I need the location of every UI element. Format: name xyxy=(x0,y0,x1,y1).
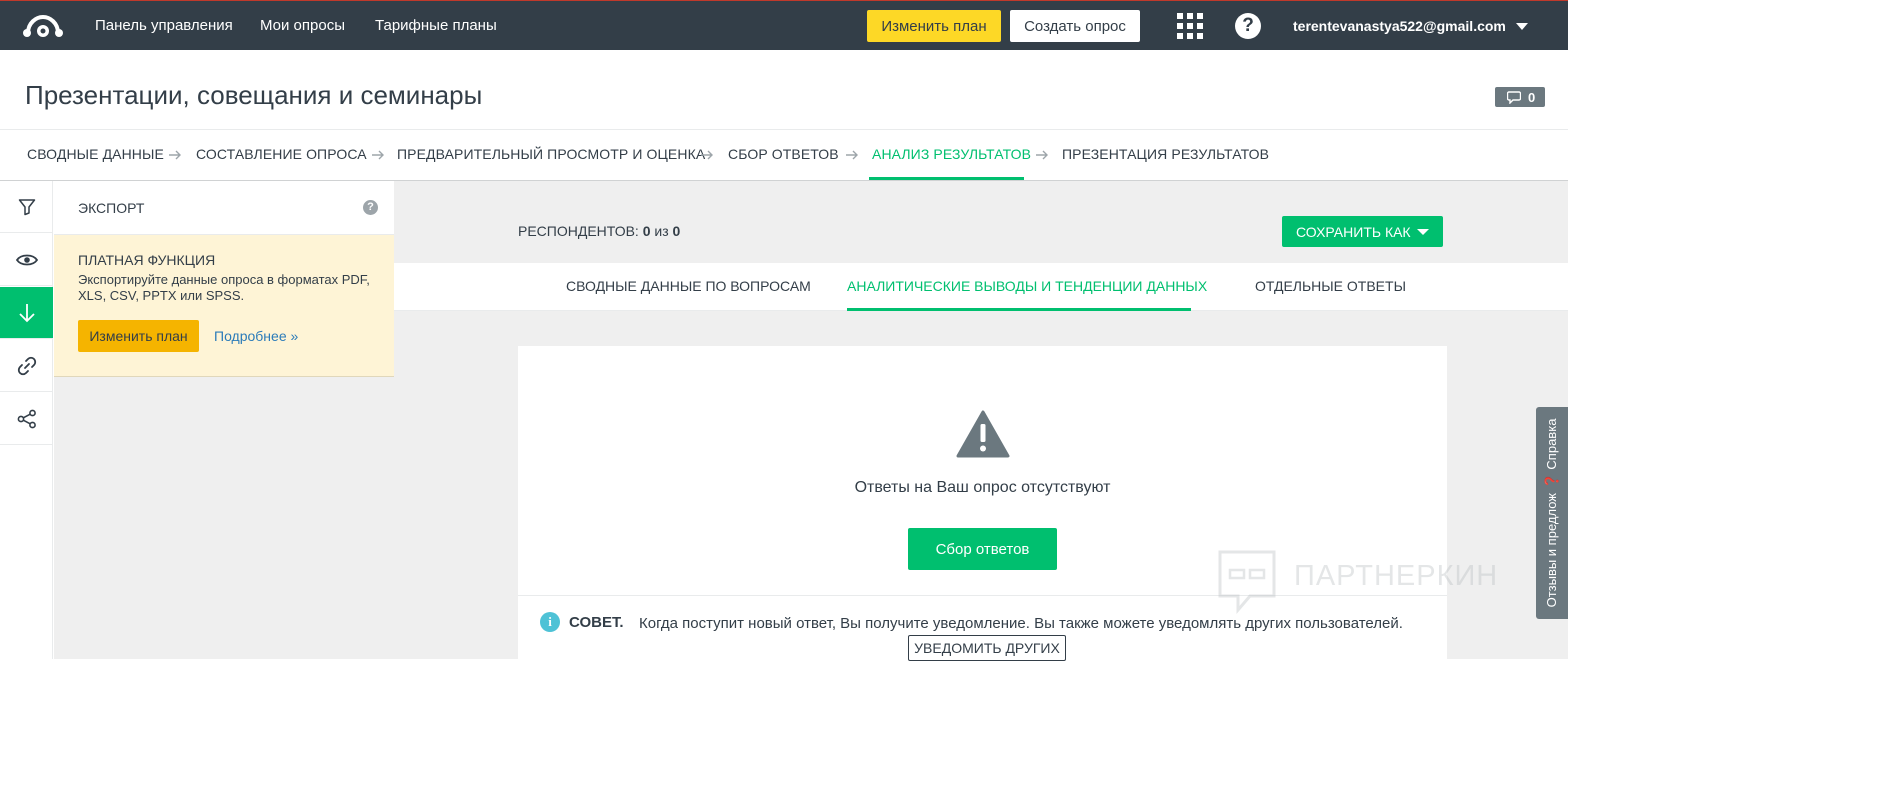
collect-responses-button[interactable]: Сбор ответов xyxy=(908,528,1057,570)
share-button[interactable] xyxy=(0,393,53,445)
analysis-tabs: СВОДНЫЕ ДАННЫЕ ПО ВОПРОСАМ АНАЛИТИЧЕСКИЕ… xyxy=(394,263,1568,311)
save-as-label: СОХРАНИТЬ КАК xyxy=(1296,223,1411,240)
respondents-total: 0 xyxy=(672,223,681,239)
respondents-counter: РЕСПОНДЕНТОВ: 0 из 0 xyxy=(518,223,680,239)
help-icon[interactable]: ? xyxy=(1235,13,1261,39)
paid-feature-notice: ПЛАТНАЯ ФУНКЦИЯ Экспортируйте данные опр… xyxy=(54,235,394,377)
nav-my-surveys-link[interactable]: Мои опросы xyxy=(260,17,345,34)
learn-more-link[interactable]: Подробнее » xyxy=(214,328,298,344)
tip-text: Когда поступит новый ответ, Вы получите … xyxy=(639,615,1403,632)
tab-data-trends[interactable]: АНАЛИТИЧЕСКИЕ ВЫВОДЫ И ТЕНДЕНЦИИ ДАННЫХ xyxy=(847,278,1207,294)
feedback-label: Отзывы и предлож ❓ Справка xyxy=(1544,418,1559,608)
panel-upgrade-button[interactable]: Изменить план xyxy=(78,320,199,352)
feedback-tab[interactable]: Отзывы и предлож ❓ Справка xyxy=(1536,407,1568,619)
empty-state-message: Ответы на Ваш опрос отсутствуют xyxy=(854,479,1111,496)
help-icon[interactable]: ? xyxy=(363,200,378,215)
tab-individual-responses[interactable]: ОТДЕЛЬНЫЕ ОТВЕТЫ xyxy=(1255,278,1406,294)
comment-icon xyxy=(1507,91,1521,104)
view-button[interactable] xyxy=(0,234,53,286)
export-panel-header: ЭКСПОРТ ? xyxy=(54,181,394,235)
link-icon xyxy=(17,356,36,375)
arrow-right-icon xyxy=(846,150,858,160)
respondents-of: из xyxy=(654,223,669,239)
download-icon xyxy=(18,303,35,322)
account-email[interactable]: terentevanastya522@gmail.com xyxy=(1293,18,1506,34)
create-survey-button[interactable]: Создать опрос xyxy=(1010,10,1140,42)
nav-dashboard-link[interactable]: Панель управления xyxy=(95,17,233,34)
tip-label: СОВЕТ. xyxy=(569,614,624,631)
paid-feature-description: Экспортируйте данные опроса в форматах P… xyxy=(78,272,370,303)
chevron-down-icon xyxy=(1417,229,1429,235)
step-present[interactable]: ПРЕЗЕНТАЦИЯ РЕЗУЛЬТАТОВ xyxy=(1062,146,1269,162)
step-collect[interactable]: СБОР ОТВЕТОВ xyxy=(728,146,839,162)
comments-badge[interactable]: 0 xyxy=(1495,87,1545,107)
paid-feature-heading: ПЛАТНАЯ ФУНКЦИЯ xyxy=(78,252,216,268)
page-title: Презентации, совещания и семинары xyxy=(25,80,483,110)
arrow-right-icon xyxy=(169,150,181,160)
upgrade-button[interactable]: Изменить план xyxy=(867,10,1001,42)
eye-icon xyxy=(15,254,38,265)
step-design[interactable]: СОСТАВЛЕНИЕ ОПРОСА xyxy=(196,146,367,162)
arrow-right-icon xyxy=(1036,150,1048,160)
chevron-down-icon[interactable] xyxy=(1516,23,1528,30)
export-button[interactable] xyxy=(0,287,53,339)
share-icon xyxy=(17,409,36,428)
info-icon: i xyxy=(540,612,560,632)
step-analyze[interactable]: АНАЛИЗ РЕЗУЛЬТАТОВ xyxy=(872,146,1031,162)
share-link-button[interactable] xyxy=(0,340,53,392)
notify-others-button[interactable]: УВЕДОМИТЬ ДРУГИХ xyxy=(908,635,1066,661)
filter-icon xyxy=(18,198,35,215)
nav-plans-link[interactable]: Тарифные планы xyxy=(375,17,497,34)
warning-icon xyxy=(956,410,1010,458)
export-panel: ЭКСПОРТ ? ПЛАТНАЯ ФУНКЦИЯ Экспортируйте … xyxy=(54,181,394,659)
top-navigation-bar: Панель управления Мои опросы Тарифные пл… xyxy=(0,0,1568,50)
surveymonkey-logo-icon[interactable] xyxy=(22,11,64,41)
save-as-button[interactable]: СОХРАНИТЬ КАК xyxy=(1282,216,1443,247)
apps-grid-icon[interactable] xyxy=(1177,13,1203,39)
comments-count: 0 xyxy=(1528,90,1536,105)
active-tab-indicator xyxy=(847,308,1191,311)
arrow-right-icon xyxy=(701,150,713,160)
arrow-right-icon xyxy=(372,150,384,160)
active-step-indicator xyxy=(869,177,1024,180)
respondents-label: РЕСПОНДЕНТОВ: xyxy=(518,223,639,239)
export-panel-title: ЭКСПОРТ xyxy=(78,200,145,216)
watermark-logo-icon xyxy=(1218,550,1276,614)
survey-steps-nav: СВОДНЫЕ ДАННЫЕ СОСТАВЛЕНИЕ ОПРОСА ПРЕДВА… xyxy=(0,129,1568,181)
analyze-tools-bar xyxy=(0,181,53,659)
filter-button[interactable] xyxy=(0,181,53,233)
watermark-text: ПАРТНЕРКИН xyxy=(1294,560,1499,592)
tab-question-summaries[interactable]: СВОДНЫЕ ДАННЫЕ ПО ВОПРОСАМ xyxy=(566,278,811,294)
watermark: ПАРТНЕРКИН xyxy=(1216,548,1536,614)
step-summary[interactable]: СВОДНЫЕ ДАННЫЕ xyxy=(27,146,164,162)
respondents-count: 0 xyxy=(642,223,651,239)
step-preview[interactable]: ПРЕДВАРИТЕЛЬНЫЙ ПРОСМОТР И ОЦЕНКА xyxy=(397,146,705,162)
